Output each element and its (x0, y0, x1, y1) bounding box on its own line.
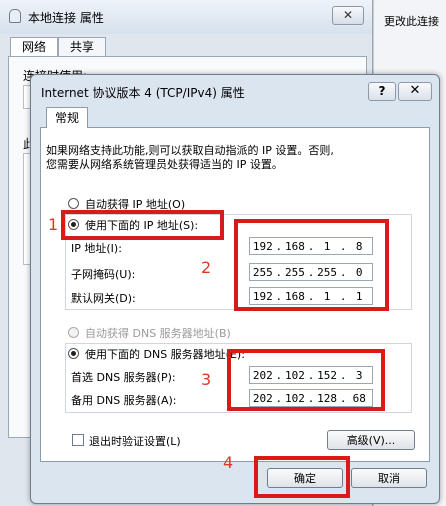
background-window-title: 本地连接 属性 (28, 11, 104, 25)
preferred-dns-label: 首选 DNS 服务器(P): (71, 371, 176, 384)
auto-dns-radio[interactable] (68, 327, 79, 338)
alternate-dns-label: 备用 DNS 服务器(A): (71, 394, 177, 407)
dialog-title: Internet 协议版本 4 (TCP/IPv4) 属性 (41, 86, 245, 100)
manual-dns-radio[interactable] (68, 348, 79, 359)
ip-address-label: IP 地址(I): (71, 242, 122, 255)
tab-sharing[interactable]: 共享 (58, 37, 106, 57)
description-text: 如果网络支持此功能,则可以获取自动指派的 IP 设置。否则, 您需要从网络系统管… (46, 144, 416, 172)
annotation-number-1: 1 (48, 215, 59, 234)
subnet-mask-label: 子网掩码(U): (71, 268, 136, 281)
change-connection-link[interactable]: 更改此连接 (384, 13, 439, 29)
annotation-number-2: 2 (201, 258, 212, 277)
advanced-button[interactable]: 高级(V)... (327, 430, 415, 450)
close-button[interactable]: ✕ (398, 82, 432, 101)
auto-ip-radio[interactable] (68, 198, 79, 209)
annotation-box-manual-ip (61, 210, 224, 240)
cancel-button[interactable]: 取消 (351, 468, 427, 488)
annotation-box-ip-fields (234, 219, 389, 311)
annotation-number-3: 3 (201, 370, 212, 389)
tab-general[interactable]: 常规 (46, 107, 88, 128)
network-adapter-icon (9, 9, 21, 23)
annotation-number-4: 4 (223, 453, 234, 472)
annotation-box-ok-button (254, 456, 350, 498)
description-line-1: 如果网络支持此功能,则可以获取自动指派的 IP 设置。否则, (46, 144, 334, 157)
background-close-button[interactable]: ✕ (332, 6, 364, 25)
help-button[interactable]: ? (368, 82, 396, 101)
default-gateway-label: 默认网关(D): (71, 292, 136, 305)
validate-on-exit-checkbox[interactable] (72, 434, 84, 446)
annotation-box-dns-fields (227, 349, 385, 411)
manual-dns-label: 使用下面的 DNS 服务器地址(E): (85, 348, 245, 361)
auto-dns-label: 自动获得 DNS 服务器地址(B) (85, 327, 231, 340)
description-line-2: 您需要从网络系统管理员处获得适当的 IP 设置。 (46, 158, 283, 171)
background-window-titlebar: 本地连接 属性 ✕ (0, 0, 372, 34)
validate-on-exit-label: 退出时验证设置(L) (89, 435, 181, 448)
tab-network[interactable]: 网络 (10, 37, 58, 57)
